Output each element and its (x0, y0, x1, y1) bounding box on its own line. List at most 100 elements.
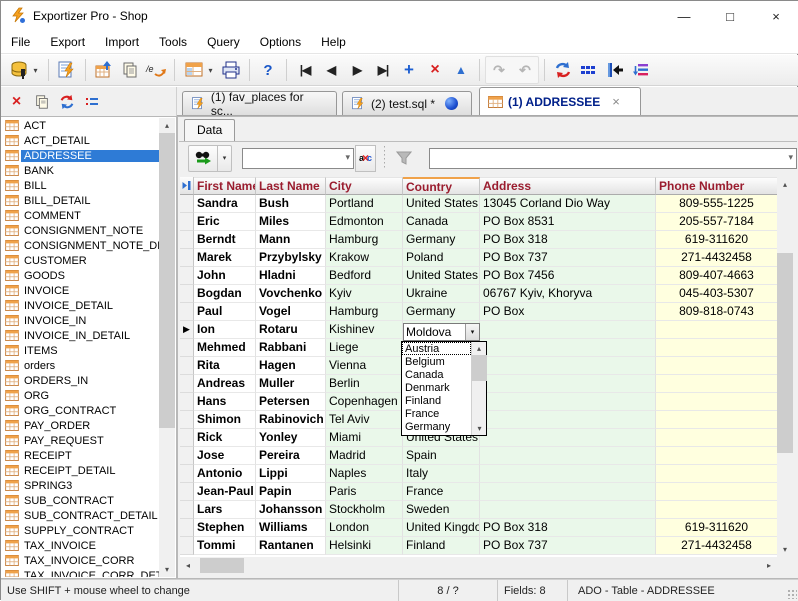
cell-last-name[interactable]: Mann (256, 231, 326, 249)
dropdown-option-denmark[interactable]: Denmark (402, 381, 471, 394)
cell-city[interactable]: Vienna (326, 357, 403, 375)
current-row-marker[interactable]: ▶ (180, 321, 194, 339)
cell-city[interactable]: Madrid (326, 447, 403, 465)
dropdown-scrollbar[interactable]: ▴ ▾ (471, 342, 486, 435)
sidebar-item-items[interactable]: ITEMS (2, 343, 159, 358)
cell-country[interactable]: United States (403, 267, 480, 285)
find-button[interactable] (188, 145, 218, 172)
sidebar-item-spring3[interactable]: SPRING3 (2, 478, 159, 493)
export-to-file-button[interactable]: /e (143, 57, 169, 83)
first-record-button[interactable]: |◀ (292, 57, 318, 83)
delete-record-button[interactable]: × (422, 57, 448, 83)
cell-first-name[interactable]: Shimon (194, 411, 256, 429)
cell-country[interactable]: Germany (403, 231, 480, 249)
row-marker[interactable] (180, 357, 194, 375)
cell-city[interactable]: Stockholm (326, 501, 403, 519)
sidebar-item-bank[interactable]: BANK (2, 163, 159, 178)
sidebar-item-tax_invoice[interactable]: TAX_INVOICE (2, 538, 159, 553)
cell-first-name[interactable]: Sandra (194, 195, 256, 213)
table-list-scrollbar[interactable]: ▴ ▾ (159, 118, 175, 577)
scrollbar-thumb[interactable] (200, 558, 244, 573)
cell-city[interactable]: Copenhagen (326, 393, 403, 411)
table-row[interactable]: EricMilesEdmontonCanadaPO Box 8531205-55… (180, 213, 777, 231)
table-row[interactable]: BerndtMannHamburgGermanyPO Box 318619-31… (180, 231, 777, 249)
row-marker[interactable] (180, 393, 194, 411)
menu-file[interactable]: File (1, 32, 40, 52)
cell-country[interactable]: Canada (403, 213, 480, 231)
filter-button[interactable] (393, 151, 415, 166)
sidebar-item-receipt_detail[interactable]: RECEIPT_DETAIL (2, 463, 159, 478)
editor-value[interactable]: Moldova (404, 324, 465, 340)
cell-phone-number[interactable] (656, 393, 777, 411)
column-header-country[interactable]: Country (403, 177, 480, 195)
cell-country[interactable]: Finland (403, 537, 480, 555)
scroll-up-icon[interactable]: ▴ (777, 177, 793, 192)
tab-data[interactable]: Data (184, 119, 235, 141)
column-header-address[interactable]: Address (480, 177, 656, 195)
cell-last-name[interactable]: Petersen (256, 393, 326, 411)
cell-city[interactable]: London (326, 519, 403, 537)
sidebar-item-tax_invoice_corr[interactable]: TAX_INVOICE_CORR (2, 553, 159, 568)
execute-script-button[interactable] (54, 57, 80, 83)
minimize-button[interactable]: — (661, 1, 707, 31)
grid-vertical-scrollbar[interactable]: ▴ ▾ (777, 177, 793, 557)
cell-phone-number[interactable]: 205-557-7184 (656, 213, 777, 231)
cell-last-name[interactable]: Lippi (256, 465, 326, 483)
row-marker[interactable] (180, 285, 194, 303)
cell-phone-number[interactable]: 271-4432458 (656, 537, 777, 555)
view-mode-dropdown-icon[interactable]: ▾ (208, 66, 212, 75)
sidebar-item-invoice[interactable]: INVOICE (2, 283, 159, 298)
cell-last-name[interactable]: Przybylsky (256, 249, 326, 267)
scroll-up-icon[interactable]: ▴ (159, 118, 175, 133)
cell-city[interactable]: Tel Aviv (326, 411, 403, 429)
cell-phone-number[interactable] (656, 465, 777, 483)
redo-button[interactable]: ↷ (486, 57, 512, 83)
tab-addressee[interactable]: (1) ADDRESSEE × (479, 87, 641, 115)
cell-city[interactable]: Portland (326, 195, 403, 213)
sidebar-item-bill[interactable]: BILL (2, 178, 159, 193)
cell-first-name[interactable]: Mehmed (194, 339, 256, 357)
cell-last-name[interactable]: Muller (256, 375, 326, 393)
sidebar-item-act[interactable]: ACT (2, 118, 159, 133)
cell-city[interactable]: Bedford (326, 267, 403, 285)
sidebar-item-receipt[interactable]: RECEIPT (2, 448, 159, 463)
prior-record-button[interactable]: ◀ (318, 57, 344, 83)
column-header-first-name[interactable]: First Name (194, 177, 256, 195)
table-row[interactable]: JohnHladniBedfordUnited StatesPO Box 745… (180, 267, 777, 285)
cell-address[interactable] (480, 321, 656, 339)
cell-address[interactable] (480, 429, 656, 447)
scroll-left-icon[interactable]: ◂ (180, 558, 196, 573)
filter-expression-combobox[interactable]: ▾ (429, 148, 797, 169)
sidebar-item-supply_contract[interactable]: SUPPLY_CONTRACT (2, 523, 159, 538)
cell-first-name[interactable]: Jean-Paul (194, 483, 256, 501)
cell-country[interactable]: United States (403, 195, 480, 213)
column-header-last-name[interactable]: Last Name (256, 177, 326, 195)
cell-address[interactable] (480, 339, 656, 357)
cell-city[interactable]: Kishinev (326, 321, 403, 339)
next-record-button[interactable]: ▶ (344, 57, 370, 83)
cell-phone-number[interactable] (656, 339, 777, 357)
cell-country[interactable]: Germany (403, 303, 480, 321)
cell-phone-number[interactable] (656, 501, 777, 519)
cell-city[interactable]: Paris (326, 483, 403, 501)
list-options-button[interactable] (79, 90, 104, 114)
cell-address[interactable] (480, 501, 656, 519)
cell-address[interactable] (480, 411, 656, 429)
cell-phone-number[interactable]: 045-403-5307 (656, 285, 777, 303)
cell-first-name[interactable]: Paul (194, 303, 256, 321)
table-row[interactable]: SandraBushPortlandUnited States13045 Cor… (180, 195, 777, 213)
cell-address[interactable]: PO Box (480, 303, 656, 321)
table-row[interactable]: JosePereiraMadridSpain (180, 447, 777, 465)
cell-phone-number[interactable] (656, 321, 777, 339)
sidebar-item-pay_request[interactable]: PAY_REQUEST (2, 433, 159, 448)
scroll-right-icon[interactable]: ▸ (761, 558, 777, 573)
sidebar-item-tax_invoice_corr_det[interactable]: TAX_INVOICE_CORR_DET (2, 568, 159, 577)
cell-city[interactable]: Naples (326, 465, 403, 483)
row-marker[interactable] (180, 339, 194, 357)
cell-first-name[interactable]: Lars (194, 501, 256, 519)
cell-address[interactable]: PO Box 737 (480, 249, 656, 267)
sidebar-item-invoice_in[interactable]: INVOICE_IN (2, 313, 159, 328)
cell-country[interactable]: Poland (403, 249, 480, 267)
cell-first-name[interactable]: Andreas (194, 375, 256, 393)
undo-button[interactable]: ↶ (512, 57, 538, 83)
